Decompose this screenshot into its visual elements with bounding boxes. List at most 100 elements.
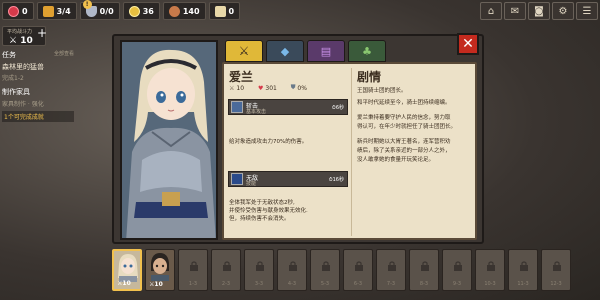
knight-girl-portrait [122,42,216,238]
attack-stat: ⚔ 10 [229,84,245,92]
roster-slot-locked[interactable]: 6-3 [343,249,373,291]
coin-icon [128,5,140,17]
hero-level: ⚔10 [117,280,131,287]
lock-icon [454,261,462,271]
tab-info[interactable]: ⚔ [225,40,263,62]
skill-invincible[interactable]: 无敌 技能 ⏱16秒 [228,171,348,187]
heart-icon: ♥ [258,84,264,92]
skill-cooldown: ⏱16秒 [328,177,344,183]
story-title: 剧情 [357,70,382,84]
roster-slot-hero-2[interactable]: ⚔10 [145,249,175,291]
defense-stat: ⛊ 0% [290,84,307,92]
lock-icon [190,261,198,271]
close-icon: ✕ [462,36,474,52]
home-icon: ⌂ [487,5,495,17]
camera-icon: ◙ [534,5,544,17]
story-paragraph-1: 和平时代延续至今，骑士团持续缩编。 [357,100,451,106]
notification-badge: ! [82,0,92,9]
lock-icon [520,261,528,271]
close-button[interactable]: ✕ [457,33,479,55]
resource-stamina[interactable]: 3/4 [36,2,77,20]
detail-tabs: ⚔ ◆ ▤ ♣ [225,40,386,62]
roster-slot-locked[interactable]: 9-3 [442,249,472,291]
achievement-line[interactable]: 1个可完成成就 [2,111,74,122]
cheese-icon [214,5,226,17]
skill-slash[interactable]: 斩击 基本攻击 ⏱6秒 [228,99,348,115]
top-menu-buttons: ⌂ ✉ ◙ ⚙ ☰ [480,2,598,20]
resource-ruby[interactable]: 0 [2,2,34,20]
resource-cheese[interactable]: 0 [208,2,241,20]
slash-icon [231,101,243,113]
crossed-swords-icon: ⚔ [238,44,250,58]
lock-icon [553,261,561,271]
roster-slot-hero-1[interactable]: ⚔10 [112,249,142,291]
power-label: 平均战斗力 [7,29,33,35]
lock-icon [322,261,330,271]
lock-icon [256,261,264,271]
camera-button[interactable]: ◙ [528,2,550,20]
hero-2-avatar [151,253,169,281]
lock-icon [388,261,396,271]
lock-icon [289,261,297,271]
roster-slot-locked[interactable]: 7-3 [376,249,406,291]
skill-invincible-desc: 全体我军处于无敌状态2秒, 并使怜受伤害与献身效果无效化. 但，持续伤害不会消失… [229,200,308,222]
resource-meat[interactable]: 140 [162,2,206,20]
lock-icon [421,261,429,271]
column-divider [351,68,352,236]
shield-icon: ⛊ [290,84,296,91]
hero-portrait [120,40,218,240]
hero-name: 爱兰 [229,70,254,84]
add-button[interactable]: + [37,26,49,40]
boot-icon [42,5,54,17]
hero-1-avatar [118,254,138,282]
roster-slot-locked[interactable]: 8-3 [409,249,439,291]
roster-slot-locked[interactable]: 4-3 [277,249,307,291]
lock-icon [223,261,231,271]
menu-button[interactable]: ☰ [576,2,598,20]
lock-icon [355,261,363,271]
skill-cooldown: ⏱6秒 [331,105,344,111]
mail-button[interactable]: ✉ [504,2,526,20]
roster-slot-locked[interactable]: 12-3 [541,249,571,291]
resource-shield[interactable]: 0/0 ! [79,0,120,20]
left-sidebar: 平均战斗力 ⚔ 10 + 任务 全部查看 森林里的猛兽 完成1-2 制作家具 家… [0,26,74,122]
roster-slot-locked[interactable]: 11-3 [508,249,538,291]
story-subtitle: 王国骑士团的团长。 [357,88,407,94]
craft-header[interactable]: 制作家具 [2,87,58,97]
tab-pet[interactable]: ♣ [348,40,386,62]
book-icon: ▤ [320,44,332,58]
tab-equipment[interactable]: ◆ [266,40,304,62]
hero-stats: ⚔ 10 ♥ 301 ⛊ 0% [229,84,307,92]
hp-stat: ♥ 301 [258,84,277,92]
roster-slot-locked[interactable]: 10-3 [475,249,505,291]
invincible-shield-icon [231,173,243,185]
roster-slot-locked[interactable]: 3-3 [244,249,274,291]
story-paragraph-3: 新兵时期她以大胃王著名，连军营积劝 绩后，除了关系亲近的一部分人之外， 没人敢拿… [357,139,451,163]
swords-icon: ⚔ [9,36,18,46]
roster-slot-locked[interactable]: 1-3 [178,249,208,291]
lock-icon [487,261,495,271]
task-progress: 完成1-2 [2,75,24,82]
leaf-icon: ♣ [362,44,372,58]
mail-icon: ✉ [510,5,520,17]
gear-icon: ⚙ [558,5,568,17]
task-header: 任务 全部查看 [2,50,74,60]
ruby-icon [8,5,19,17]
hero-level: ⚔10 [149,281,163,288]
task-panel: 任务 全部查看 森林里的猛兽 完成1-2 制作家具 家具制作 · 强化 1个可完… [0,50,74,122]
tab-book[interactable]: ▤ [307,40,345,62]
roster-slot-locked[interactable]: 2-3 [211,249,241,291]
settings-button[interactable]: ⚙ [552,2,574,20]
home-button[interactable]: ⌂ [480,2,502,20]
sword-icon: ⚔ [229,84,235,92]
power-value: ⚔ 10 [9,36,33,46]
task-title[interactable]: 森林里的猛兽 [2,62,58,72]
menu-icon: ☰ [582,5,592,17]
story-paragraph-2: 爱兰秉持着要守护人民的信念，努力取 得认可，在年少时就担任了骑士团团长。 [357,115,457,130]
view-all-link[interactable]: 全部查看 [54,50,74,60]
craft-sub: 家具制作 · 强化 [2,101,44,108]
resource-coin[interactable]: 36 [122,2,160,20]
hero-roster: ⚔10 ⚔10 1-3 2-3 3-3 4-3 5-3 6-3 7-3 8-3 … [112,249,600,295]
meat-icon [168,5,180,17]
roster-slot-locked[interactable]: 5-3 [310,249,340,291]
